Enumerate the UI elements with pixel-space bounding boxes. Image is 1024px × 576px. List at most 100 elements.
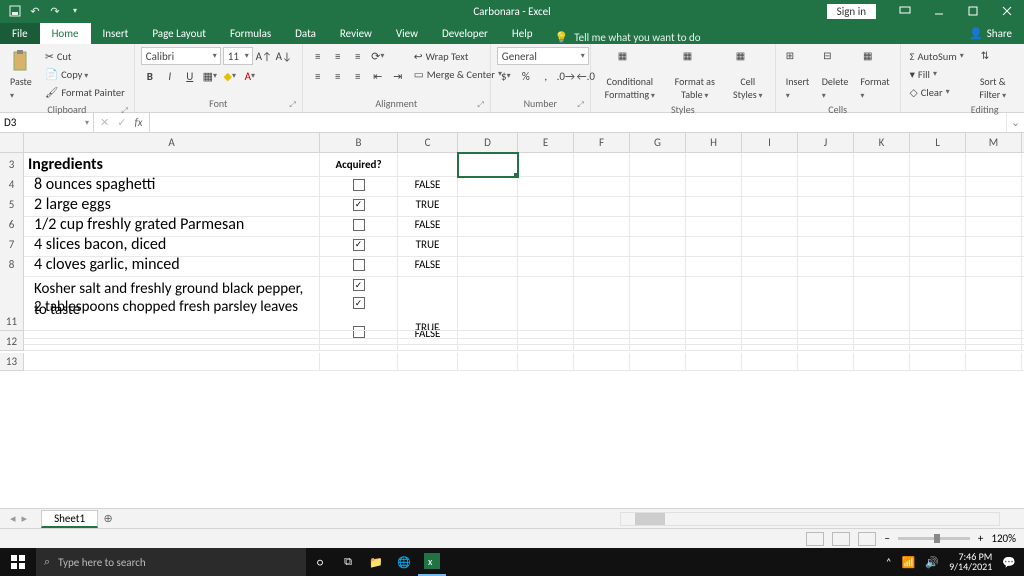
autosum-button[interactable]: ΣAutoSum (907, 47, 967, 65)
tab-insert[interactable]: Insert (91, 23, 141, 44)
font-launcher-icon[interactable]: ⤢ (289, 100, 295, 110)
sheet-next-icon[interactable]: ▸ (22, 512, 28, 525)
cell[interactable] (398, 313, 458, 331)
zoom-in-icon[interactable]: + (978, 532, 983, 545)
column-header[interactable]: K (854, 133, 910, 153)
cut-button[interactable]: ✂Cut (42, 47, 128, 65)
delete-cells-button[interactable]: ⊟Delete (818, 47, 853, 103)
start-button[interactable] (0, 548, 36, 576)
increase-font-icon[interactable]: A↑ (255, 47, 273, 65)
tray-chevron-icon[interactable]: ˄ (886, 556, 892, 569)
tab-home[interactable]: Home (40, 23, 91, 44)
row-header[interactable]: 13 (0, 353, 24, 371)
cell[interactable] (854, 313, 910, 331)
copy-button[interactable]: 📄Copy (42, 65, 128, 83)
clipboard-launcher-icon[interactable]: ⤢ (121, 106, 127, 116)
align-left-icon[interactable]: ≡ (309, 67, 327, 85)
tab-formulas[interactable]: Formulas (218, 23, 283, 44)
notifications-icon[interactable]: 💬 (1002, 556, 1016, 569)
column-header[interactable]: A (24, 133, 320, 153)
tab-page-layout[interactable]: Page Layout (140, 23, 218, 44)
percent-icon[interactable]: % (517, 67, 535, 85)
ribbon-options-icon[interactable] (888, 0, 922, 22)
font-name-combo[interactable]: Calibri (141, 47, 221, 65)
task-view-icon[interactable]: ⧉ (334, 548, 362, 576)
chrome-icon[interactable]: 🌐 (390, 548, 418, 576)
tab-help[interactable]: Help (500, 23, 545, 44)
font-color-button[interactable]: A (241, 67, 259, 85)
cell[interactable] (320, 313, 398, 331)
column-header[interactable]: M (966, 133, 1022, 153)
cell[interactable] (320, 333, 398, 351)
sort-filter-button[interactable]: ⇅Sort & Filter (971, 47, 1015, 103)
fx-icon[interactable]: fx (134, 116, 142, 129)
number-launcher-icon[interactable]: ⤢ (577, 100, 583, 110)
cell[interactable] (686, 333, 742, 351)
file-explorer-icon[interactable]: 📁 (362, 548, 390, 576)
column-header[interactable]: E (518, 133, 574, 153)
cell[interactable] (630, 353, 686, 371)
close-icon[interactable] (990, 0, 1024, 22)
cortana-icon[interactable]: ○ (306, 548, 334, 576)
cell[interactable] (910, 333, 966, 351)
cell-styles-button[interactable]: ▦Cell Styles (727, 47, 769, 103)
column-header[interactable]: G (630, 133, 686, 153)
align-bottom-icon[interactable]: ≡ (349, 47, 367, 65)
comma-icon[interactable]: , (537, 67, 555, 85)
add-sheet-button[interactable]: ⊕ (98, 512, 118, 525)
save-icon[interactable] (8, 4, 22, 18)
volume-icon[interactable]: 🔊 (925, 556, 939, 569)
cell[interactable] (24, 333, 320, 351)
column-header[interactable]: F (574, 133, 630, 153)
cell[interactable] (24, 313, 320, 331)
cell[interactable] (574, 313, 630, 331)
cell[interactable] (910, 353, 966, 371)
cell[interactable] (458, 153, 518, 177)
format-as-table-button[interactable]: ▦Format as Table (667, 47, 723, 103)
zoom-out-icon[interactable]: − (884, 532, 889, 545)
cell[interactable] (910, 313, 966, 331)
cell[interactable] (458, 353, 518, 371)
cell[interactable] (398, 333, 458, 351)
share-button[interactable]: 👤 Share (957, 23, 1024, 44)
format-painter-button[interactable]: 🖌Format Painter (42, 83, 128, 101)
sheet-tab[interactable]: Sheet1 (41, 510, 98, 528)
fill-color-button[interactable]: ◆ (221, 67, 239, 85)
sign-in-button[interactable]: Sign in (827, 4, 876, 19)
cell[interactable] (854, 353, 910, 371)
alignment-launcher-icon[interactable]: ⤢ (477, 100, 483, 110)
page-break-view-icon[interactable] (858, 532, 876, 546)
cell[interactable] (742, 313, 798, 331)
cell[interactable] (854, 333, 910, 351)
redo-icon[interactable]: ↷ (48, 4, 62, 18)
network-icon[interactable]: 📶 (902, 556, 916, 569)
align-center-icon[interactable]: ≡ (329, 67, 347, 85)
excel-taskbar-icon[interactable]: x (418, 548, 446, 576)
font-size-combo[interactable]: 11 (223, 47, 253, 65)
find-select-button[interactable]: 🔍Find & Select (1019, 47, 1024, 103)
cell[interactable] (798, 353, 854, 371)
cell[interactable] (686, 313, 742, 331)
cell[interactable] (574, 353, 630, 371)
cell[interactable] (798, 313, 854, 331)
normal-view-icon[interactable] (806, 532, 824, 546)
column-header[interactable]: D (458, 133, 518, 153)
minimize-icon[interactable] (922, 0, 956, 22)
increase-indent-icon[interactable]: ⇥ (389, 67, 407, 85)
cell[interactable] (630, 313, 686, 331)
cell[interactable] (458, 313, 518, 331)
cell[interactable] (966, 313, 1022, 331)
column-header[interactable]: I (742, 133, 798, 153)
underline-button[interactable]: U (181, 67, 199, 85)
number-format-combo[interactable]: General (497, 47, 589, 65)
insert-cells-button[interactable]: ⊞Insert (782, 47, 814, 103)
cell[interactable] (518, 333, 574, 351)
tab-data[interactable]: Data (283, 23, 328, 44)
tab-developer[interactable]: Developer (430, 23, 500, 44)
align-top-icon[interactable]: ≡ (309, 47, 327, 65)
maximize-icon[interactable] (956, 0, 990, 22)
cell[interactable] (686, 353, 742, 371)
cell[interactable] (742, 333, 798, 351)
cell[interactable] (518, 313, 574, 331)
zoom-level[interactable]: 120% (991, 532, 1016, 545)
